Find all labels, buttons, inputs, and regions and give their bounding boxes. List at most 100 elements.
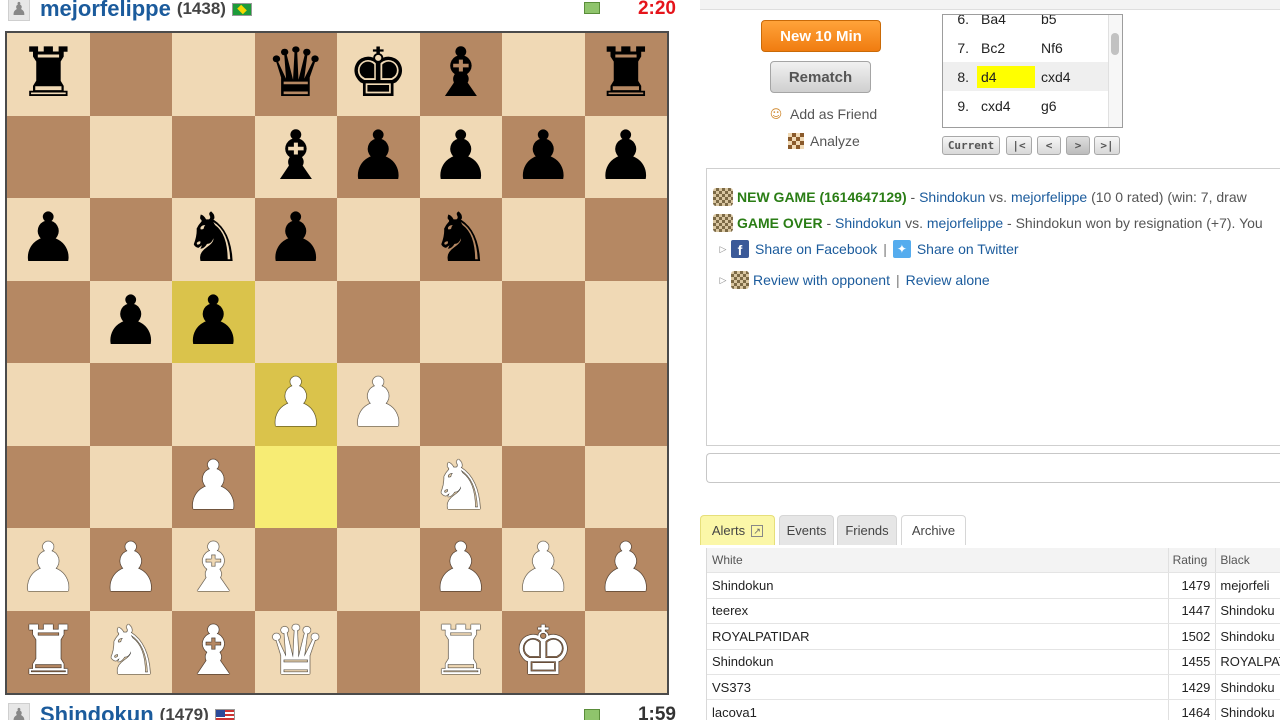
black-bishop-icon[interactable]: ♝ [265, 122, 326, 191]
table-row[interactable]: ROYALPATIDAR 1502 Shindoku [707, 624, 1280, 650]
square-b1[interactable]: ♞ [89, 610, 172, 693]
square-d7[interactable]: ♝ [254, 115, 337, 198]
square-b7[interactable] [89, 115, 172, 198]
square-e5[interactable] [337, 280, 420, 363]
square-h1[interactable] [584, 610, 667, 693]
square-a4[interactable] [7, 363, 90, 446]
square-c7[interactable] [172, 115, 255, 198]
prev-move-button[interactable]: < [1037, 136, 1061, 155]
square-a2[interactable]: ♟ [7, 528, 90, 611]
square-c3[interactable]: ♟ [172, 445, 255, 528]
black-move[interactable]: Nf6 [1035, 40, 1063, 56]
table-row[interactable]: Shindokun 1455 ROYALPAT [707, 649, 1280, 675]
square-a7[interactable] [7, 115, 90, 198]
square-h6[interactable] [584, 198, 667, 281]
black-pawn-icon[interactable]: ♟ [595, 122, 656, 191]
square-e1[interactable] [337, 610, 420, 693]
square-c6[interactable]: ♞ [172, 198, 255, 281]
tab-friends[interactable]: Friends [837, 515, 897, 545]
black-rook-icon[interactable]: ♜ [595, 40, 656, 108]
white-pawn-icon[interactable]: ♟ [430, 535, 491, 603]
current-white-move[interactable]: d4 [977, 65, 1035, 88]
square-a5[interactable] [7, 280, 90, 363]
white-rook-icon[interactable]: ♜ [18, 617, 79, 686]
square-g1[interactable]: ♚ [502, 610, 585, 693]
square-e8[interactable]: ♚ [337, 33, 420, 116]
share-twitter-link[interactable]: Share on Twitter [917, 241, 1019, 257]
white-player-link[interactable]: Shindokun [919, 189, 985, 205]
square-h7[interactable]: ♟ [584, 115, 667, 198]
black-pawn-icon[interactable]: ♟ [100, 287, 161, 356]
expand-triangle-icon[interactable]: ▷ [715, 275, 731, 286]
square-g4[interactable] [502, 363, 585, 446]
table-row[interactable]: VS373 1429 Shindoku [707, 674, 1280, 701]
white-pawn-icon[interactable]: ♟ [18, 535, 79, 603]
square-g2[interactable]: ♟ [502, 528, 585, 611]
black-pawn-icon[interactable]: ♟ [18, 205, 79, 273]
black-knight-icon[interactable]: ♞ [183, 205, 244, 273]
move-list-scrollbar[interactable] [1108, 15, 1122, 127]
square-d6[interactable]: ♟ [254, 198, 337, 281]
square-b4[interactable] [89, 363, 172, 446]
black-pawn-icon[interactable]: ♟ [430, 122, 491, 191]
square-f3[interactable]: ♞ [419, 445, 502, 528]
black-queen-icon[interactable]: ♛ [265, 40, 326, 108]
move-list[interactable]: 6. Ba4 b5 7. Bc2 Nf6 8. d4 cxd4 9. cxd4 … [942, 14, 1123, 128]
white-knight-icon[interactable]: ♞ [100, 617, 161, 686]
square-g6[interactable] [502, 198, 585, 281]
square-g7[interactable]: ♟ [502, 115, 585, 198]
analyze-link[interactable]: Analyze [788, 133, 860, 149]
review-opponent-link[interactable]: Review with opponent [753, 272, 890, 288]
chess-board[interactable]: ♜ ♛ ♚ ♝ ♜ ♝ ♟ ♟ ♟ ♟ ♟ ♞ ♟ ♞ ♟ ♟ ♟ ♟ ♟ ♞ ♟ ♟ ♝ ♟ ♟ ♟ ♜ ♞ ♝ ♛ ♜ ♚ [5, 31, 669, 695]
white-king-icon[interactable]: ♚ [513, 617, 574, 686]
white-pawn-icon[interactable]: ♟ [100, 535, 161, 603]
white-pawn-icon[interactable]: ♟ [513, 535, 574, 603]
square-h3[interactable] [584, 445, 667, 528]
white-pawn-icon[interactable]: ♟ [595, 535, 656, 603]
black-pawn-icon[interactable]: ♟ [348, 122, 409, 191]
rematch-button[interactable]: Rematch [770, 61, 871, 93]
square-e4[interactable]: ♟ [337, 363, 420, 446]
square-g8[interactable] [502, 33, 585, 116]
square-b3[interactable] [89, 445, 172, 528]
square-b5[interactable]: ♟ [89, 280, 172, 363]
review-alone-link[interactable]: Review alone [906, 272, 990, 288]
white-player-link[interactable]: Shindokun [835, 215, 901, 231]
table-row[interactable]: lacova1 1464 Shindoku [707, 700, 1280, 720]
square-b6[interactable] [89, 198, 172, 281]
black-move[interactable]: g6 [1035, 98, 1057, 114]
scrollbar-thumb[interactable] [1111, 33, 1119, 55]
expand-triangle-icon[interactable]: ▷ [715, 244, 731, 255]
current-move-button[interactable]: Current [942, 136, 1000, 155]
bottom-player-name[interactable]: Shindokun [40, 702, 154, 720]
white-queen-icon[interactable]: ♛ [265, 617, 326, 686]
square-c2[interactable]: ♝ [172, 528, 255, 611]
square-c5[interactable]: ♟ [172, 280, 255, 363]
square-g3[interactable] [502, 445, 585, 528]
square-f6[interactable]: ♞ [419, 198, 502, 281]
square-d4[interactable]: ♟ [254, 363, 337, 446]
add-friend-link[interactable]: ☺ Add as Friend [768, 106, 877, 122]
square-c8[interactable] [172, 33, 255, 116]
black-player-link[interactable]: mejorfelippe [1011, 189, 1087, 205]
square-h8[interactable]: ♜ [584, 33, 667, 116]
table-row[interactable]: teerex 1447 Shindoku [707, 598, 1280, 625]
square-f5[interactable] [419, 280, 502, 363]
square-a6[interactable]: ♟ [7, 198, 90, 281]
square-e2[interactable] [337, 528, 420, 611]
tab-events[interactable]: Events [779, 515, 834, 545]
black-move[interactable]: b5 [1035, 15, 1057, 27]
black-rook-icon[interactable]: ♜ [18, 40, 79, 108]
square-d1[interactable]: ♛ [254, 610, 337, 693]
white-pawn-icon[interactable]: ♟ [183, 452, 244, 521]
black-bishop-icon[interactable]: ♝ [430, 40, 491, 108]
popout-icon[interactable]: ↗ [751, 524, 764, 537]
white-bishop-icon[interactable]: ♝ [183, 617, 244, 686]
square-a8[interactable]: ♜ [7, 33, 90, 116]
square-h5[interactable] [584, 280, 667, 363]
black-king-icon[interactable]: ♚ [348, 40, 409, 108]
new-game-button[interactable]: New 10 Min [761, 20, 881, 52]
next-move-button[interactable]: > [1066, 136, 1090, 155]
square-d3[interactable] [254, 445, 337, 528]
square-e3[interactable] [337, 445, 420, 528]
